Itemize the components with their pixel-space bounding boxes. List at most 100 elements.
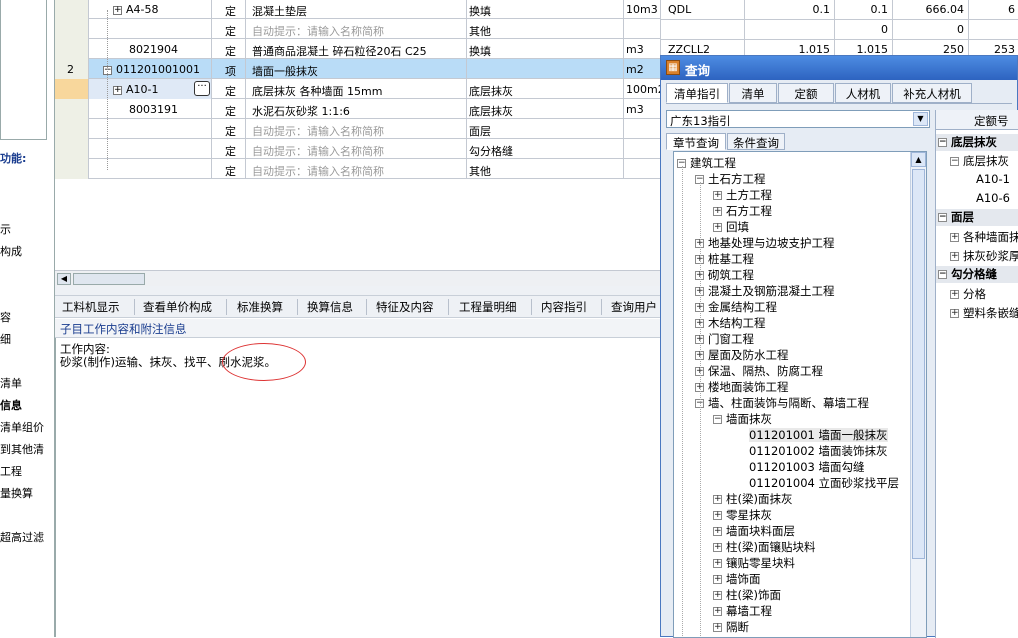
table-row[interactable]: 定 自动提示：请输入名称简称 其他 [55, 19, 660, 39]
tree-node[interactable]: + 砌筑工程 [695, 268, 754, 282]
tree-node[interactable]: − 墙、柱面装饰与隔断、幕墙工程 [695, 396, 869, 410]
scroll-thumb[interactable] [912, 169, 925, 559]
tree-node[interactable]: + 木结构工程 [695, 316, 766, 330]
table-row[interactable]: 定 自动提示：请输入名称简称 勾分格缝 [55, 139, 660, 159]
table-row[interactable]: 8021904 定 普通商品混凝土 碎石粒径20石 C25 换填 m3 [55, 39, 660, 59]
left-item[interactable]: 容 [0, 309, 11, 325]
row-name-hint[interactable]: 自动提示：请输入名称简称 [252, 143, 384, 159]
guide-dropdown[interactable]: 广东13指引 ▼ [666, 110, 930, 128]
tree-node[interactable]: − 墙面抹灰 [713, 412, 772, 426]
tree-node[interactable]: + 门窗工程 [695, 332, 754, 346]
row-spec: 勾分格缝 [469, 145, 513, 158]
expand-icon[interactable]: + [113, 85, 122, 95]
tab-standard-conversion[interactable]: 标准换算 [237, 299, 283, 315]
left-item[interactable]: 到其他清 [0, 441, 44, 457]
tree-node[interactable]: + 桩基工程 [695, 252, 754, 266]
tree-node[interactable]: + 回填 [713, 220, 749, 234]
tree-node[interactable]: + 墙饰面 [713, 572, 761, 586]
quota-group[interactable]: − 面层 [936, 209, 1018, 226]
left-item[interactable]: 工程 [0, 463, 22, 479]
tree-leaf[interactable]: 011201003 墙面勾缝 [749, 460, 865, 474]
table-row[interactable]: 定 自动提示：请输入名称简称 面层 [55, 119, 660, 139]
tab-query-user[interactable]: 查询用户 [611, 299, 657, 315]
tree-node[interactable]: + 柱(梁)饰面 [713, 588, 781, 602]
tab-content-guide[interactable]: 内容指引 [541, 299, 587, 315]
tree-node[interactable]: + 混凝土及钢筋混凝土工程 [695, 284, 835, 298]
tree-node[interactable]: + 镶贴零星块料 [713, 556, 795, 570]
more-button[interactable]: ··· [194, 81, 210, 96]
tree-node[interactable]: + 地基处理与边坡支护工程 [695, 236, 835, 250]
table-row[interactable]: 定 自动提示：请输入名称简称 其他 [55, 159, 660, 179]
tree-node[interactable]: + 幕墙工程 [713, 604, 772, 618]
tree-leaf-selected[interactable]: 011201001 墙面一般抹灰 [749, 428, 888, 442]
tab-list-guide[interactable]: 清单指引 [666, 83, 728, 103]
table-row-selected[interactable]: 2 −011201001001 项 墙面一般抹灰 m2 [55, 59, 660, 79]
scroll-left-icon[interactable]: ◀ [57, 273, 71, 285]
left-item[interactable]: 示 [0, 221, 11, 237]
quota-subgroup[interactable]: + 塑料条嵌缝 [950, 305, 1018, 321]
tree-leaf[interactable]: 011201002 墙面装饰抹灰 [749, 444, 888, 458]
tab-list[interactable]: 清单 [729, 83, 777, 103]
left-item-info[interactable]: 信息 [0, 397, 22, 413]
table-row[interactable]: + A4-58 定 混凝土垫层 换填 10m3 [55, 0, 660, 19]
tree-node[interactable]: + 土方工程 [713, 188, 772, 202]
tab-labor-material[interactable]: 工料机显示 [62, 299, 120, 315]
quota-code[interactable]: A10-1 [976, 172, 1010, 186]
grid-body-right: QDL 0.1 0.1 666.04 6 0 0 ZZCLL2 1.015 1.… [660, 0, 1018, 56]
row-name-hint[interactable]: 自动提示：请输入名称简称 [252, 163, 384, 179]
tree-node[interactable]: + 零星抹灰 [713, 508, 772, 522]
tab-quantity-details[interactable]: 工程量明细 [459, 299, 517, 315]
tree-vertical-scrollbar[interactable]: ▲ [910, 152, 926, 637]
tree-node[interactable]: + 柱(梁)面抹灰 [713, 492, 792, 506]
chevron-down-icon[interactable]: ▼ [913, 112, 928, 126]
quota-subgroup[interactable]: + 抹灰砂浆厚 [950, 248, 1018, 264]
work-content-panel: 工作内容: 砂浆(制作)运输、抹灰、找平、刷水泥浆。 [55, 338, 660, 637]
tree-node[interactable]: − 建筑工程 [677, 156, 736, 170]
row-name-hint[interactable]: 自动提示：请输入名称简称 [252, 123, 384, 139]
info-header-title: 子目工作内容和附注信息 [60, 322, 187, 336]
quota-group[interactable]: − 底层抹灰 [936, 134, 1018, 151]
tab-chapter-query[interactable]: 章节查询 [666, 133, 726, 150]
tree-node[interactable]: + 金属结构工程 [695, 300, 777, 314]
left-item[interactable]: 构成 [0, 243, 22, 259]
left-item[interactable]: 量换算 [0, 485, 33, 501]
scroll-thumb[interactable] [73, 273, 145, 285]
tab-quota[interactable]: 定额 [778, 83, 834, 103]
horizontal-scrollbar[interactable]: ◀ [55, 270, 660, 286]
row-name-hint[interactable]: 自动提示：请输入名称简称 [252, 23, 384, 39]
tab-conversion-info[interactable]: 换算信息 [307, 299, 353, 315]
quota-subgroup[interactable]: − 底层抹灰 [950, 153, 1009, 169]
tree-node[interactable]: + 墙面块料面层 [713, 524, 795, 538]
tree-node[interactable]: + 屋面及防水工程 [695, 348, 789, 362]
row-c8: 0.1 [870, 3, 889, 16]
table-row[interactable]: 8003191 定 水泥石灰砂浆 1:1:6 底层抹灰 m3 [55, 99, 660, 119]
scroll-up-icon[interactable]: ▲ [911, 152, 926, 167]
left-item[interactable]: 超高过滤 [0, 529, 44, 545]
tree-leaf[interactable]: 011201004 立面砂浆找平层 [749, 476, 899, 490]
tab-features[interactable]: 特征及内容 [376, 299, 434, 315]
tree-node[interactable]: + 楼地面装饰工程 [695, 380, 789, 394]
quota-subgroup[interactable]: + 分格 [950, 286, 986, 302]
left-item[interactable]: 清单组价 [0, 419, 44, 435]
tab-labor-material-machine[interactable]: 人材机 [835, 83, 891, 103]
quota-subgroup[interactable]: + 各种墙面抹 [950, 229, 1018, 245]
tree-node[interactable]: − 土石方工程 [695, 172, 766, 186]
table-row[interactable]: + A10-1 ··· 定 底层抹灰 各种墙面 15mm 底层抹灰 100m2 [55, 79, 665, 99]
row-unit: m3 [626, 103, 644, 116]
splitter[interactable] [55, 286, 660, 295]
tab-unit-price[interactable]: 查看单价构成 [143, 299, 212, 315]
tab-condition-query[interactable]: 条件查询 [727, 133, 785, 150]
tab-supplement[interactable]: 补充人材机 [892, 83, 972, 103]
tree-node[interactable]: + 石方工程 [713, 204, 772, 218]
row-code: A4-58 [126, 3, 159, 16]
quota-group[interactable]: − 勾分格缝 [936, 266, 1018, 283]
dialog-title-bar[interactable]: ▦ 查询 [661, 56, 1017, 80]
tree-node[interactable]: + 柱(梁)面镶贴块料 [713, 540, 815, 554]
left-item[interactable]: 清单 [0, 375, 22, 391]
expand-icon[interactable]: + [113, 5, 122, 15]
tree-node[interactable]: + 隔断 [713, 620, 749, 634]
quota-code[interactable]: A10-6 [976, 191, 1010, 205]
tree-node[interactable]: + 保温、隔热、防腐工程 [695, 364, 823, 378]
red-highlight-circle [222, 343, 306, 381]
left-item[interactable]: 细 [0, 331, 11, 347]
